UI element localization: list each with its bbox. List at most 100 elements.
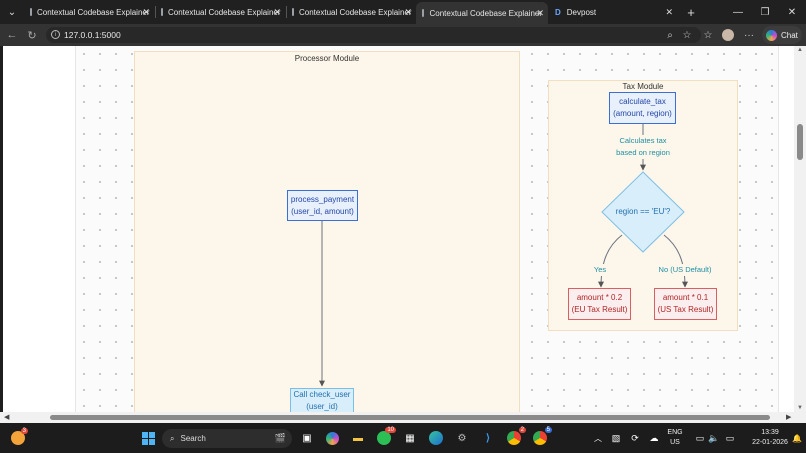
store-icon[interactable]: ▦ bbox=[400, 428, 420, 448]
widgets-icon[interactable]: 3 bbox=[8, 428, 28, 448]
edge-label-no: No (US Default) bbox=[654, 264, 716, 276]
copilot-icon bbox=[766, 29, 777, 41]
tab-5[interactable]: D Devpost ✕ bbox=[549, 0, 677, 24]
tab-title: Contextual Codebase Explainer bbox=[429, 8, 542, 18]
scrollbar-thumb[interactable] bbox=[50, 415, 770, 420]
chrome-icon[interactable]: 2 bbox=[504, 427, 526, 448]
node-line: region == 'EU'? bbox=[615, 207, 671, 216]
page-content: Processor Module Tax Module process_paym… bbox=[3, 46, 794, 412]
node-process-payment[interactable]: process_payment (user_id, amount) bbox=[287, 190, 358, 221]
page-icon bbox=[422, 9, 425, 17]
tab-3[interactable]: Contextual Codebase Explainer ✕ bbox=[286, 0, 416, 24]
horizontal-scrollbar[interactable]: ◀ ▶ bbox=[0, 412, 806, 423]
back-arrow-icon[interactable]: ← bbox=[2, 24, 22, 46]
node-line: Call check_user bbox=[293, 390, 351, 399]
tray-cloud-icon[interactable]: ☁ bbox=[644, 428, 664, 448]
tray-chevron-up-icon[interactable]: ︿ bbox=[588, 428, 608, 448]
tab-1[interactable]: Contextual Codebase Explainer ✕ bbox=[24, 0, 154, 24]
address-bar[interactable]: i 127.0.0.1:5000 bbox=[46, 27, 701, 43]
node-call-check-user[interactable]: Call check_user (user_id) bbox=[290, 388, 354, 412]
reload-icon[interactable]: ↻ bbox=[22, 24, 42, 46]
close-icon[interactable]: ✕ bbox=[404, 7, 412, 18]
profile-avatar[interactable] bbox=[720, 27, 736, 43]
node-line: (user_id, amount) bbox=[291, 206, 354, 216]
edge-label-yes: Yes bbox=[590, 264, 610, 276]
chat-label: Chat bbox=[781, 30, 798, 40]
lang-line: US bbox=[670, 439, 680, 446]
page-viewport: Processor Module Tax Module process_paym… bbox=[0, 46, 806, 412]
vertical-scrollbar[interactable]: ▲ ▼ bbox=[794, 46, 806, 412]
favorites-icon[interactable]: ☆ bbox=[700, 27, 716, 43]
file-explorer-icon[interactable]: ▬ bbox=[348, 428, 368, 448]
window-close-icon[interactable]: ✕ bbox=[779, 0, 805, 24]
node-line: (user_id) bbox=[306, 402, 338, 411]
maximize-icon[interactable]: ❐ bbox=[752, 0, 778, 24]
notification-bell-icon[interactable]: 🔔 bbox=[790, 428, 804, 448]
edge-label-line: based on region bbox=[616, 148, 670, 157]
whatsapp-icon[interactable]: 10 bbox=[374, 427, 396, 448]
clock-date: 22-01-2026 bbox=[752, 439, 788, 446]
page-icon bbox=[161, 8, 163, 16]
edge-label-calc-desc: Calculates tax based on region bbox=[608, 135, 678, 159]
zoom-icon[interactable]: ⌕ bbox=[662, 27, 678, 43]
diagram-canvas[interactable]: Processor Module Tax Module process_paym… bbox=[75, 46, 779, 412]
node-line: (amount, region) bbox=[613, 109, 672, 118]
clock-time: 13:39 bbox=[761, 429, 779, 436]
windows-start-icon[interactable] bbox=[138, 428, 158, 448]
new-tab-plus-icon[interactable]: + bbox=[678, 0, 704, 24]
tray-app-icon[interactable]: ▧ bbox=[606, 428, 626, 448]
clock[interactable]: 13:39 22-01-2026 bbox=[748, 428, 792, 448]
tab-2[interactable]: Contextual Codebase Explainer ✕ bbox=[155, 0, 285, 24]
lang-line: ENG bbox=[667, 429, 683, 436]
edge-region-to-eu bbox=[598, 234, 623, 288]
close-icon[interactable]: ✕ bbox=[665, 7, 673, 18]
node-line: process_payment bbox=[290, 194, 355, 204]
scroll-right-arrow-icon[interactable]: ▶ bbox=[786, 413, 791, 421]
tab-title: Contextual Codebase Explainer bbox=[37, 7, 150, 17]
notification-badge: 2 bbox=[518, 427, 526, 433]
url-text: 127.0.0.1:5000 bbox=[64, 30, 121, 40]
tab-title: Devpost bbox=[566, 7, 597, 17]
minimize-icon[interactable]: — bbox=[725, 0, 751, 24]
battery-icon[interactable]: ▭ bbox=[720, 428, 740, 448]
search-label: Search bbox=[180, 434, 206, 443]
scrollbar-thumb[interactable] bbox=[797, 124, 803, 160]
node-region-check[interactable]: region == 'EU'? bbox=[607, 206, 679, 218]
tab-4-active[interactable]: Contextual Codebase Explainer ✕ bbox=[416, 2, 548, 24]
node-line: calculate_tax bbox=[619, 97, 666, 106]
tray-sync-icon[interactable]: ⟳ bbox=[625, 428, 645, 448]
vscode-icon[interactable]: ⟩ bbox=[478, 428, 498, 448]
copilot-chat-button[interactable]: Chat bbox=[762, 26, 802, 44]
close-icon[interactable]: ✕ bbox=[273, 7, 281, 18]
settings-gear-icon[interactable]: ⚙ bbox=[452, 428, 472, 448]
edge-region-to-us bbox=[663, 234, 688, 288]
copilot-app-icon[interactable] bbox=[322, 428, 342, 448]
chrome-profile-icon[interactable]: 5 bbox=[530, 427, 552, 448]
task-view-icon[interactable]: ▣ bbox=[297, 428, 317, 448]
more-menu-icon[interactable]: ··· bbox=[741, 27, 757, 43]
node-line: (US Tax Result) bbox=[657, 305, 714, 314]
language-indicator[interactable]: ENG US bbox=[664, 428, 686, 448]
node-calculate-tax[interactable]: calculate_tax (amount, region) bbox=[609, 92, 676, 124]
tab-search-chevron-icon[interactable]: ⌄ bbox=[0, 0, 24, 24]
favorite-star-icon[interactable]: ☆ bbox=[679, 27, 695, 43]
tab-title: Contextual Codebase Explainer bbox=[299, 7, 412, 17]
notification-badge: 3 bbox=[20, 428, 28, 434]
scroll-down-arrow-icon[interactable]: ▼ bbox=[796, 405, 804, 411]
notification-badge: 5 bbox=[544, 427, 552, 433]
site-info-icon[interactable]: i bbox=[51, 30, 60, 39]
node-us-tax-result[interactable]: amount * 0.1 (US Tax Result) bbox=[654, 288, 717, 320]
node-line: amount * 0.2 bbox=[576, 293, 623, 302]
close-icon[interactable]: ✕ bbox=[536, 8, 544, 19]
scroll-left-arrow-icon[interactable]: ◀ bbox=[4, 413, 9, 421]
edge-browser-icon[interactable] bbox=[426, 428, 446, 448]
page-icon bbox=[30, 8, 32, 16]
node-eu-tax-result[interactable]: amount * 0.2 (EU Tax Result) bbox=[568, 288, 631, 320]
taskbar-search-box[interactable]: ⌕ Search 🎬 bbox=[162, 429, 292, 448]
close-icon[interactable]: ✕ bbox=[142, 7, 150, 18]
scroll-up-arrow-icon[interactable]: ▲ bbox=[796, 47, 804, 53]
notification-badge: 10 bbox=[385, 427, 396, 433]
tab-title: Contextual Codebase Explainer bbox=[168, 7, 281, 17]
devpost-favicon-icon: D bbox=[555, 7, 561, 17]
node-line: amount * 0.1 bbox=[662, 293, 709, 302]
